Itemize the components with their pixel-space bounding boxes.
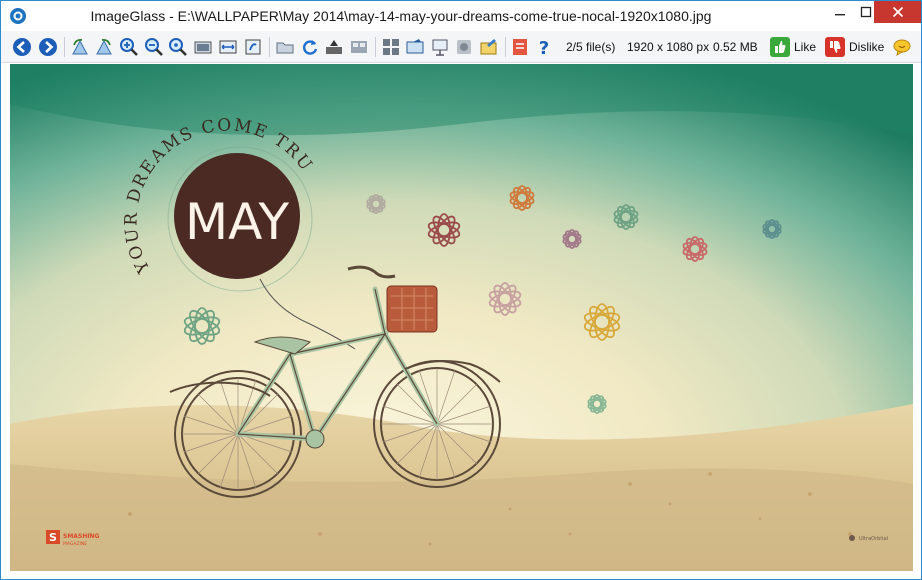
set-wallpaper-icon[interactable] (478, 36, 500, 58)
like-button[interactable]: Like (770, 36, 816, 58)
window-title: ImageGlass - E:\WALLPAPER\May 2014\may-1… (90, 8, 712, 24)
refresh-icon[interactable] (299, 36, 321, 58)
credit-text: UltraOrbital (859, 536, 888, 542)
open-file-icon[interactable] (274, 36, 296, 58)
image-dimensions: 1920 x 1080 px (627, 40, 710, 54)
actual-size-icon[interactable] (167, 36, 189, 58)
toolbar: ? 2/5 file(s) 1920 x 1080 px 0.52 MB Lik… (1, 31, 921, 63)
file-size: 0.52 MB (713, 40, 758, 54)
convert-icon[interactable] (453, 36, 475, 58)
toolbar-separator (505, 37, 506, 57)
toolbar-separator (375, 37, 376, 57)
svg-text:?: ? (539, 38, 549, 57)
checkerboard-icon[interactable] (380, 36, 402, 58)
like-icon (770, 37, 790, 57)
back-icon[interactable] (11, 36, 33, 58)
close-button[interactable] (874, 1, 921, 23)
forward-icon[interactable] (37, 36, 59, 58)
minimize-button[interactable] (827, 1, 853, 23)
zoom-out-icon[interactable] (143, 36, 165, 58)
dislike-label: Dislike (849, 40, 885, 54)
svg-text:S: S (49, 531, 57, 544)
title-bar[interactable]: ImageGlass - E:\WALLPAPER\May 2014\may-1… (1, 1, 921, 31)
dislike-button[interactable]: Dislike (825, 36, 884, 58)
wallpaper-image: MAY YOUR DREAMS COME TRUE (10, 64, 913, 571)
like-label: Like (794, 40, 817, 54)
brand-text: SMASHING (63, 533, 100, 540)
brand-sub: MAGAZINE (63, 541, 87, 547)
slideshow-icon[interactable] (429, 36, 451, 58)
window-bottom-frame (1, 572, 921, 579)
fullscreen-icon[interactable] (404, 36, 426, 58)
file-count: 2/5 file(s) (566, 40, 616, 54)
toolbar-separator (64, 37, 65, 57)
scale-to-height-icon[interactable] (242, 36, 264, 58)
badge-text: MAY (185, 193, 289, 251)
goto-icon[interactable] (323, 36, 345, 58)
scale-to-width-icon[interactable] (217, 36, 239, 58)
zoom-in-icon[interactable] (118, 36, 140, 58)
image-viewer[interactable]: MAY YOUR DREAMS COME TRUE (10, 64, 913, 571)
thumbnail-icon[interactable] (348, 36, 370, 58)
settings-icon[interactable] (509, 36, 531, 58)
rotate-left-icon[interactable] (69, 36, 91, 58)
zoom-lock-icon[interactable] (192, 36, 214, 58)
toolbar-separator (269, 37, 270, 57)
rotate-right-icon[interactable] (93, 36, 115, 58)
feedback-icon[interactable] (891, 36, 913, 58)
dislike-icon (825, 37, 845, 57)
app-window: ImageGlass - E:\WALLPAPER\May 2014\may-1… (0, 0, 922, 580)
help-icon[interactable]: ? (533, 36, 555, 58)
